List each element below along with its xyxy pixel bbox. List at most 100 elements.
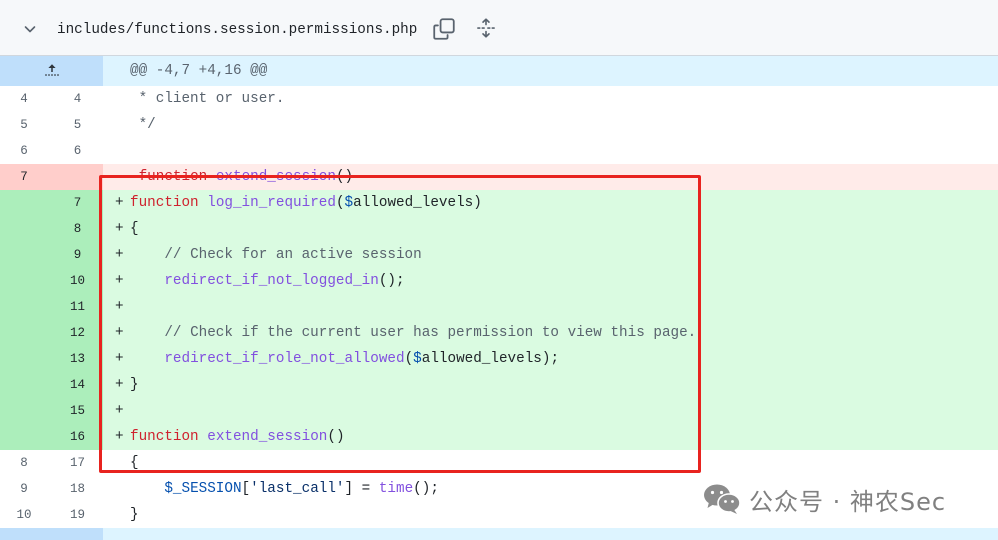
watermark: 公众号 · 神农Sec [703, 482, 993, 516]
new-line-number[interactable]: 4 [52, 86, 103, 112]
diff-sign: + [115, 273, 124, 289]
comment-token: * client or user. [130, 91, 285, 107]
keyword-token: function [130, 429, 199, 445]
new-line-number[interactable]: 14 [52, 372, 103, 398]
hunk-header-row: @@ -4,7 +4,16 @@ [0, 56, 998, 86]
plain-token: ( [335, 195, 345, 211]
old-line-number[interactable] [0, 372, 52, 398]
old-line-number[interactable] [0, 398, 52, 424]
plain-token: ] = [344, 481, 379, 497]
new-line-number[interactable]: 11 [52, 294, 103, 320]
unfold-icon[interactable] [476, 18, 496, 38]
plain-token: allowed_levels); [421, 351, 560, 367]
code-line: redirect_if_not_logged_in(); [130, 268, 998, 294]
diff-sign [103, 138, 130, 164]
old-line-number[interactable] [0, 346, 52, 372]
old-line-number[interactable]: 10 [0, 502, 52, 528]
diff-sign [103, 86, 130, 112]
diff-line-added: 16 + function extend_session() [0, 424, 998, 450]
code-line: { [130, 216, 998, 242]
hunk-expander-bottom-number-cell[interactable] [0, 528, 103, 540]
diff-line-added: 10 + redirect_if_not_logged_in(); [0, 268, 998, 294]
diff-line-context: 55 */ [0, 112, 998, 138]
diff-line-added: 11 + [0, 294, 998, 320]
plain-token: { [130, 221, 139, 237]
old-line-number[interactable]: 7 [0, 164, 52, 190]
diff-sign: + [115, 221, 124, 237]
diff-line-added: 15 + [0, 398, 998, 424]
new-line-number[interactable]: 5 [52, 112, 103, 138]
old-line-number[interactable]: 9 [0, 476, 52, 502]
new-line-number[interactable]: 15 [52, 398, 103, 424]
new-line-number[interactable]: 10 [52, 268, 103, 294]
code-line: function extend_session() [130, 164, 998, 190]
function-name-token: time [378, 481, 414, 497]
code-line: */ [130, 112, 998, 138]
diff-line-deleted: 7 - function extend_session() [0, 164, 998, 190]
old-line-number[interactable] [0, 190, 52, 216]
diff-sign [103, 502, 130, 528]
new-line-number[interactable]: 16 [52, 424, 103, 450]
diff-sign [103, 112, 130, 138]
comment-token: // Check if the current user has permiss… [164, 325, 697, 341]
code-line: function log_in_required($allowed_levels… [130, 190, 998, 216]
old-line-number[interactable]: 6 [0, 138, 52, 164]
file-path-link[interactable]: includes/functions.session.permissions.p… [57, 0, 417, 56]
old-line-number[interactable] [0, 216, 52, 242]
plain-token: (); [413, 481, 439, 497]
plain-token: allowed_levels) [353, 195, 482, 211]
diff-line-added: 7 + function log_in_required($allowed_leve… [0, 190, 998, 216]
plain-token: } [130, 377, 139, 393]
new-line-number[interactable]: 9 [52, 242, 103, 268]
new-line-number[interactable]: 7 [52, 190, 103, 216]
fold-up-icon [44, 63, 60, 79]
comment-token: */ [130, 117, 156, 133]
diff-line-context: 8 17 { [0, 450, 998, 476]
old-line-number[interactable]: 8 [0, 450, 52, 476]
code-line: function extend_session() [130, 424, 998, 450]
old-line-number[interactable]: 4 [0, 86, 52, 112]
diff-sign: - [115, 169, 124, 185]
function-name-token: log_in_required [207, 195, 336, 211]
function-name-token: extend_session [215, 169, 336, 185]
hunk-header-text: @@ -4,7 +4,16 @@ [130, 63, 268, 79]
old-line-number[interactable] [0, 242, 52, 268]
new-line-number[interactable] [52, 164, 103, 190]
diff-line-context: 44 * client or user. [0, 86, 998, 112]
keyword-token: function [130, 195, 199, 211]
old-line-number[interactable] [0, 424, 52, 450]
new-line-number[interactable]: 8 [52, 216, 103, 242]
diff-sign: + [115, 299, 124, 315]
code-line: } [130, 372, 998, 398]
hunk-expander-bottom[interactable] [0, 528, 998, 540]
plain-token: } [130, 507, 139, 523]
plain-token: ( [404, 351, 414, 367]
chevron-down-icon[interactable] [22, 21, 38, 37]
function-name-token: extend_session [207, 429, 328, 445]
function-name-token: redirect_if_role_not_allowed [164, 351, 405, 367]
hunk-expand-up-button[interactable] [0, 56, 103, 86]
new-line-number[interactable]: 19 [52, 502, 103, 528]
old-line-number[interactable] [0, 320, 52, 346]
variable-token: $ [413, 351, 422, 367]
old-line-number[interactable] [0, 294, 52, 320]
old-line-number[interactable] [0, 268, 52, 294]
new-line-number[interactable]: 13 [52, 346, 103, 372]
copy-icon[interactable] [433, 18, 455, 40]
plain-token: [ [241, 481, 251, 497]
old-line-number[interactable]: 5 [0, 112, 52, 138]
new-line-number[interactable]: 17 [52, 450, 103, 476]
new-line-number[interactable]: 6 [52, 138, 103, 164]
diff-sign: + [115, 377, 124, 393]
diff-line-context: 66 [0, 138, 998, 164]
new-line-number[interactable]: 18 [52, 476, 103, 502]
new-line-number[interactable]: 12 [52, 320, 103, 346]
code-line: // Check for an active session [130, 242, 998, 268]
plain-token: (); [378, 273, 405, 289]
